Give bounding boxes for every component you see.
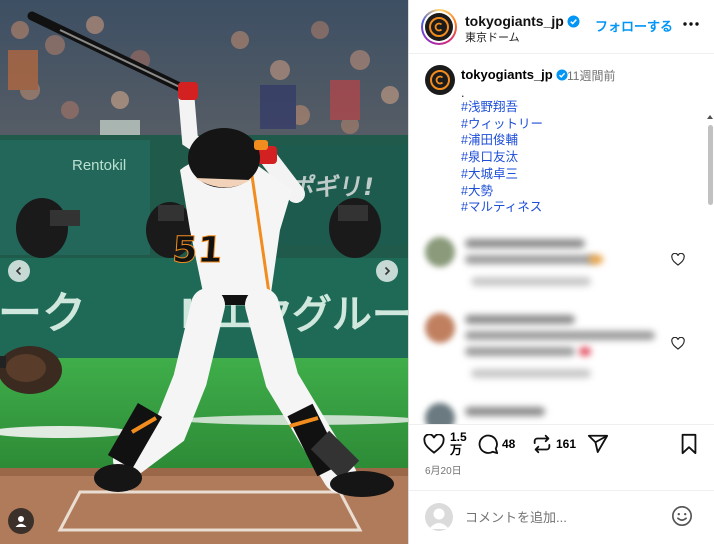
verified-badge-icon: [556, 69, 568, 81]
chevron-right-icon: [384, 266, 391, 276]
previous-image-button[interactable]: [8, 260, 30, 282]
hashtag-link[interactable]: #泉口友汰: [461, 149, 543, 166]
post-details-panel: tokyogiants_jp 東京ドーム フォローする tokyogiants_…: [408, 0, 714, 544]
comment-count: 48: [502, 436, 516, 451]
comment-input[interactable]: [465, 508, 655, 526]
tagged-people-button[interactable]: [8, 508, 34, 534]
emoji-button[interactable]: [671, 505, 693, 531]
hashtag-link[interactable]: #ウィットリー: [461, 116, 543, 133]
commenter-avatar[interactable]: [425, 313, 455, 343]
repost-icon: [533, 434, 551, 454]
repost-count: 161: [556, 436, 577, 451]
comment-item: [409, 311, 714, 381]
post-header: tokyogiants_jp 東京ドーム フォローする: [409, 0, 714, 54]
heart-icon: [423, 434, 445, 454]
caption-username[interactable]: tokyogiants_jp: [461, 67, 553, 82]
hashtag-link[interactable]: #大勢: [461, 183, 543, 200]
caption-avatar[interactable]: [425, 65, 455, 95]
bookmark-icon: [681, 433, 697, 455]
post-date[interactable]: 6月20日: [425, 462, 462, 477]
post-location[interactable]: 東京ドーム: [465, 29, 520, 45]
hashtag-link[interactable]: #浅野翔吾: [461, 99, 543, 116]
commenter-avatar[interactable]: [425, 403, 455, 425]
commenter-avatar[interactable]: [425, 237, 455, 267]
caption-text: . #浅野翔吾 #ウィットリー #浦田俊輔 #泉口友汰 #大城卓三 #大勢 #マ…: [461, 85, 543, 216]
svg-text:Rentokil: Rentokil: [72, 157, 126, 174]
verified-badge-icon: [567, 15, 580, 28]
hashtag-link[interactable]: #マルティネス: [461, 199, 543, 216]
like-button[interactable]: 1.5 万: [423, 431, 467, 457]
more-options-button[interactable]: [679, 14, 703, 34]
follow-button[interactable]: フォローする: [595, 16, 673, 35]
more-options-icon: [683, 22, 699, 26]
comment-item: [409, 233, 714, 303]
repost-button[interactable]: 161: [531, 433, 576, 455]
share-button[interactable]: [587, 433, 609, 455]
comment-item: [409, 401, 714, 425]
hashtag-link[interactable]: #大城卓三: [461, 166, 543, 183]
comment-like-icon[interactable]: [671, 253, 685, 266]
save-button[interactable]: [679, 433, 699, 455]
giants-logo-icon: [429, 17, 449, 37]
current-user-avatar[interactable]: [425, 503, 453, 531]
svg-text:ーク: ーク: [0, 288, 86, 339]
jersey-number: 51: [171, 230, 224, 271]
header-username[interactable]: tokyogiants_jp: [465, 13, 564, 29]
post-photo[interactable]: Rentokil スポギリ! ーク Hエクグルー 51: [0, 0, 408, 544]
like-count[interactable]: 1.5 万: [450, 431, 467, 457]
profile-avatar[interactable]: [421, 9, 457, 45]
scrollbar-thumb[interactable]: [708, 125, 713, 205]
smiley-icon: [672, 506, 692, 526]
comments-scroll-area[interactable]: tokyogiants_jp 11週間前 . #浅野翔吾 #ウィットリー #浦田…: [409, 55, 714, 425]
comment-like-icon[interactable]: [671, 337, 685, 350]
user-tag-icon: [15, 516, 27, 527]
default-avatar-icon: [429, 508, 449, 529]
next-image-button[interactable]: [376, 260, 398, 282]
caption-first-line: .: [461, 86, 465, 100]
giants-logo-icon: [430, 70, 450, 90]
add-comment-bar: [409, 490, 714, 544]
chevron-left-icon: [15, 266, 22, 276]
paper-plane-icon: [587, 434, 609, 453]
caption-timestamp[interactable]: 11週間前: [567, 67, 615, 84]
comment-icon: [478, 434, 499, 455]
scroll-up-arrow-icon[interactable]: [706, 113, 714, 121]
scrollbar[interactable]: [705, 111, 714, 425]
comment-button[interactable]: 48: [477, 433, 515, 455]
hashtag-link[interactable]: #浦田俊輔: [461, 132, 543, 149]
baseball-batter-image: Rentokil スポギリ! ーク Hエクグルー 51: [0, 0, 408, 544]
